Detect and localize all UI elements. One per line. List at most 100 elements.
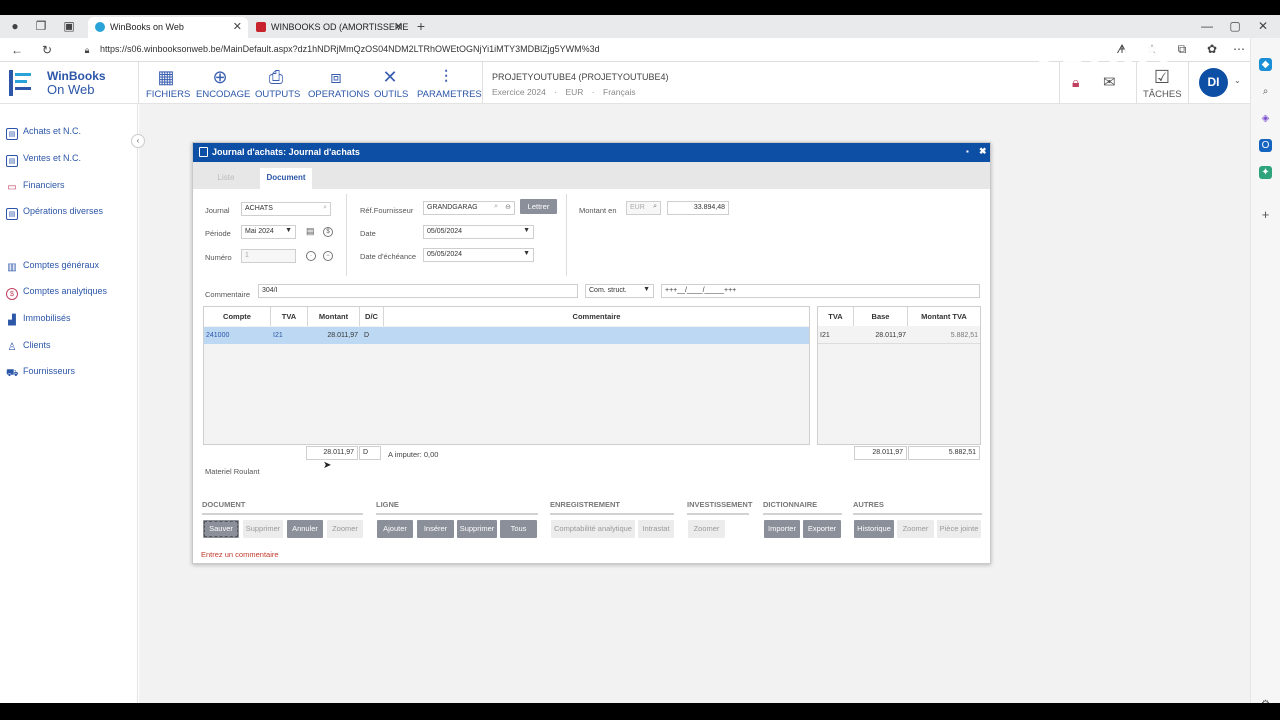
col-commentaire[interactable]: Commentaire [384, 307, 809, 326]
collapse-nav-icon[interactable]: ‹ [131, 134, 145, 148]
add-icon[interactable]: + [1259, 208, 1272, 221]
tab-actions-icon[interactable]: ▣ [62, 19, 76, 33]
settings-icon[interactable]: ⚙ [1259, 698, 1272, 703]
table-row[interactable]: 241000 I21 28.011,97 D [204, 327, 809, 344]
tools-sidebar-icon[interactable]: ✦ [1259, 166, 1272, 179]
nav-label: Comptes analytiques [23, 286, 108, 296]
toolbar-encodage[interactable]: ⊕ ENCODAGE [196, 65, 250, 100]
close-tab-icon[interactable]: ✕ [233, 20, 242, 33]
nav-item-immobilises[interactable]: ▟ Immobilisés [6, 313, 70, 327]
comstruct-select[interactable]: Com. struct. ▼ [585, 284, 654, 298]
close-dialog-icon[interactable]: ✖ [979, 146, 987, 157]
sauver-button[interactable]: Sauver [203, 520, 239, 538]
padlock-icon[interactable]: 🔒︎ [1072, 74, 1079, 91]
zoomer-document-button[interactable]: Zoomer [327, 520, 363, 538]
col-dc[interactable]: D/C [360, 307, 384, 326]
col-vat-montant[interactable]: Montant TVA [908, 307, 980, 326]
status-message: Entrez un commentaire [201, 550, 279, 559]
nav-item-fournisseurs[interactable]: ⛟ Fournisseurs [6, 366, 75, 380]
piece-jointe-button[interactable]: Pièce jointe [937, 520, 981, 538]
dollar-icon[interactable]: $ [323, 227, 333, 237]
nav-item-comptes-analytiques[interactable]: $ Comptes analytiques [6, 286, 107, 300]
lettrer-button[interactable]: Lettrer [520, 199, 557, 214]
minimize-icon[interactable]: — [1200, 19, 1214, 33]
maximize-dialog-icon[interactable]: ▪ [966, 147, 969, 156]
toolbar-fichiers[interactable]: ▦ FICHIERS [146, 65, 190, 100]
exporter-button[interactable]: Exporter [803, 520, 841, 538]
table-row[interactable]: I21 28.011,97 5.882,51 [818, 327, 980, 344]
nav-item-achats[interactable]: ▤ Achats et N.C. [6, 126, 81, 140]
toolbar-parametres[interactable]: ⫶ PARAMETRES [417, 65, 482, 100]
toolbar-operations[interactable]: ⧈ OPERATIONS [308, 65, 370, 100]
historique-button[interactable]: Historique [854, 520, 894, 538]
calendar-icon[interactable]: ▤ [306, 226, 315, 237]
minus-circle-icon[interactable]: − [323, 251, 333, 261]
lock-icon[interactable]: 🔒︎ [80, 43, 94, 57]
col-compte[interactable]: Compte [204, 307, 271, 326]
profile-icon[interactable]: ● [8, 19, 22, 33]
currency-field[interactable]: EUR ⌕ [626, 201, 661, 215]
periode-select[interactable]: Mai 2024 ▼ [241, 225, 296, 239]
echeance-field[interactable]: 05/05/2024 ▼ [423, 248, 534, 262]
url-field[interactable]: https://s06.winbooksonweb.be/MainDefault… [100, 44, 600, 54]
col-vat-base[interactable]: Base [854, 307, 908, 326]
back-icon[interactable]: ← [10, 43, 24, 57]
nav-item-comptes-generaux[interactable]: ▥ Comptes généraux [6, 260, 99, 274]
chevron-down-icon[interactable]: ⌄ [1234, 76, 1241, 85]
comstruct-field[interactable]: +++__/____/_____+++ [661, 284, 980, 298]
date-field[interactable]: 05/05/2024 ▼ [423, 225, 534, 239]
nav-item-operations[interactable]: ▤ Opérations diverses [6, 206, 103, 220]
extensions-icon[interactable]: ✿ [1205, 42, 1219, 56]
copilot-icon[interactable]: ◆ [1259, 58, 1272, 71]
company-name[interactable]: PROJETYOUTUBE4 (PROJETYOUTUBE4) [492, 72, 669, 82]
collections-icon[interactable]: ⧉ [1175, 42, 1189, 56]
nav-item-ventes[interactable]: ▤ Ventes et N.C. [6, 153, 81, 167]
search-icon[interactable]: ⌕ [653, 203, 657, 211]
zoomer-autres-button[interactable]: Zoomer [897, 520, 934, 538]
tab-liste[interactable]: Liste [201, 168, 251, 189]
toolbar-taches[interactable]: ☑ TÂCHES [1143, 65, 1182, 100]
ref-fournisseur-field[interactable]: GRANDGARAG ⌕ ⊖ [423, 201, 515, 215]
importer-button[interactable]: Importer [764, 520, 800, 538]
journal-field[interactable]: ACHATS ⌕ [241, 202, 331, 216]
tab-document[interactable]: Document [260, 168, 312, 189]
outlook-icon[interactable]: O [1259, 139, 1272, 152]
ajouter-button[interactable]: Ajouter [377, 520, 413, 538]
zoomer-investissement-button[interactable]: Zoomer [688, 520, 725, 538]
circle-icon[interactable]: · [306, 251, 316, 261]
col-montant[interactable]: Montant [308, 307, 360, 326]
workspaces-icon[interactable]: ❐ [34, 19, 48, 33]
maximize-icon[interactable]: ▢ [1228, 19, 1242, 33]
close-window-icon[interactable]: ✕ [1256, 19, 1270, 33]
montant-field[interactable]: 33.894,48 [667, 201, 729, 215]
col-vat-tva[interactable]: TVA [818, 307, 854, 326]
shopping-icon[interactable]: ◈ [1259, 112, 1272, 125]
numero-field[interactable]: 1 [241, 249, 296, 263]
inserer-button[interactable]: Insérer [417, 520, 454, 538]
comptabilite-analytique-button[interactable]: Comptabilité analytique [551, 520, 635, 538]
browser-tab-winbooks[interactable]: WinBooks on Web ✕ [88, 17, 248, 38]
search-icon[interactable]: ⌕ [1259, 85, 1272, 98]
intrastat-button[interactable]: Intrastat [638, 520, 674, 538]
toolbar-outputs[interactable]: ⎙ OUTPUTS [255, 65, 300, 100]
search-icon[interactable]: ⌕ [494, 203, 498, 211]
close-tab-icon[interactable]: ✕ [394, 20, 403, 33]
minus-circle-icon[interactable]: ⊖ [505, 203, 511, 211]
toolbar-outils[interactable]: ✕ OUTILS [374, 65, 408, 100]
supprimer-document-button[interactable]: Supprimer [243, 520, 283, 538]
supprimer-ligne-button[interactable]: Supprimer [457, 520, 497, 538]
divider [1136, 62, 1137, 104]
annuler-button[interactable]: Annuler [287, 520, 323, 538]
reload-icon[interactable]: ↻ [40, 43, 54, 57]
col-tva[interactable]: TVA [271, 307, 308, 326]
avatar[interactable]: DI [1199, 68, 1228, 97]
search-icon[interactable]: ⌕ [323, 204, 327, 212]
commentaire-field[interactable]: 304/I [258, 284, 578, 298]
more-icon[interactable]: ⋯ [1232, 42, 1246, 56]
tous-button[interactable]: Tous [500, 520, 537, 538]
browser-tab-pdf[interactable]: WINBOOKS OD (AMORTISSEME ✕ [249, 17, 409, 38]
nav-item-clients[interactable]: ♙ Clients [6, 340, 51, 354]
messages-icon[interactable]: ✉ [1103, 73, 1116, 91]
new-tab-icon[interactable]: + [414, 19, 428, 33]
nav-item-financiers[interactable]: ▭ Financiers [6, 180, 64, 194]
